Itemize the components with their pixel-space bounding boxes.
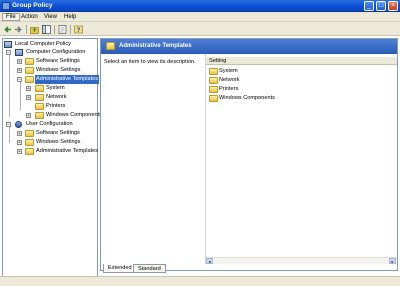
column-header-label: Setting bbox=[209, 58, 227, 64]
tree-item-windows-components[interactable]: + Windows Components bbox=[25, 111, 102, 120]
expand-icon[interactable]: + bbox=[17, 131, 22, 137]
tree-item-printers[interactable]: Printers bbox=[25, 102, 98, 111]
list-item-label: Printers bbox=[219, 86, 239, 92]
tree-item-label: Software Settings bbox=[36, 58, 80, 64]
expand-icon[interactable]: + bbox=[26, 113, 31, 119]
expand-icon[interactable]: + bbox=[17, 68, 22, 74]
status-bar bbox=[0, 276, 400, 286]
expand-icon[interactable]: + bbox=[26, 86, 31, 92]
tree-item-software-settings[interactable]: + Software Settings bbox=[15, 57, 98, 66]
maximize-button[interactable]: □ bbox=[376, 1, 386, 11]
back-icon[interactable] bbox=[3, 25, 12, 34]
tree-item-administrative-templates[interactable]: − Administrative Templates bbox=[15, 75, 100, 84]
console-tree[interactable]: Local Computer Policy − Computer Configu… bbox=[2, 38, 102, 281]
folder-icon bbox=[25, 148, 34, 155]
toolbar: ? bbox=[0, 22, 400, 36]
tree-item-label: Software Settings bbox=[36, 130, 80, 136]
expand-icon[interactable]: + bbox=[26, 95, 31, 101]
tree-line bbox=[20, 80, 21, 110]
folder-icon bbox=[25, 139, 34, 146]
collapse-icon[interactable]: − bbox=[17, 77, 22, 83]
properties-icon[interactable] bbox=[58, 25, 67, 34]
list-item-label: Windows Components bbox=[219, 95, 275, 101]
user-icon bbox=[15, 121, 22, 128]
folder-icon bbox=[209, 77, 218, 84]
menu-help[interactable]: Help bbox=[61, 13, 79, 21]
minimize-button[interactable]: _ bbox=[364, 1, 374, 11]
tree-item-network[interactable]: + Network bbox=[25, 93, 98, 102]
svg-text:?: ? bbox=[77, 28, 81, 34]
description-text: Select an item to view its description. bbox=[104, 59, 196, 65]
tree-item-label: System bbox=[46, 85, 65, 91]
toolbar-separator bbox=[54, 25, 55, 34]
tree-item-windows-settings[interactable]: + Windows Settings bbox=[15, 66, 98, 75]
window-title: Group Policy bbox=[12, 2, 53, 9]
menu-bar: File Action View Help bbox=[0, 12, 400, 22]
folder-icon bbox=[209, 86, 218, 93]
folder-icon bbox=[35, 112, 44, 119]
collapse-icon[interactable]: − bbox=[6, 50, 11, 56]
folder-icon bbox=[106, 42, 115, 50]
list-item-label: System bbox=[219, 68, 238, 74]
folder-icon bbox=[35, 85, 44, 92]
expand-icon[interactable]: + bbox=[17, 59, 22, 65]
forward-icon[interactable] bbox=[14, 25, 23, 34]
title-bar[interactable]: Group Policy _ □ × bbox=[0, 0, 400, 12]
policy-icon bbox=[4, 41, 12, 48]
folder-icon bbox=[209, 68, 218, 75]
collapse-icon[interactable]: − bbox=[6, 122, 11, 128]
menu-action[interactable]: Action bbox=[18, 13, 41, 21]
column-header-setting[interactable]: Setting bbox=[206, 56, 397, 65]
tree-item-user-windows-settings[interactable]: + Windows Settings bbox=[15, 138, 98, 147]
horizontal-scrollbar[interactable]: ◂ ▸ bbox=[206, 257, 397, 264]
tree-item-label: Windows Settings bbox=[36, 139, 81, 145]
details-pane: Administrative Templates Select an item … bbox=[100, 38, 398, 271]
menu-view[interactable]: View bbox=[41, 13, 60, 21]
folder-icon bbox=[25, 58, 34, 65]
tab-extended[interactable]: Extended bbox=[103, 264, 137, 273]
tree-line bbox=[9, 51, 10, 117]
tree-item-user-configuration[interactable]: − User Configuration bbox=[4, 120, 98, 129]
folder-icon bbox=[25, 130, 34, 137]
group-policy-app-icon bbox=[2, 2, 10, 10]
tree-item-system[interactable]: + System bbox=[25, 84, 98, 93]
help-icon[interactable]: ? bbox=[74, 25, 83, 34]
description-splitter[interactable] bbox=[205, 54, 206, 264]
pane-header: Administrative Templates bbox=[101, 39, 397, 54]
folder-icon bbox=[25, 67, 34, 74]
tree-item-label: Network bbox=[46, 94, 67, 100]
tree-item-label: Windows Settings bbox=[36, 67, 81, 73]
tree-item-user-administrative-templates[interactable]: + Administrative Templates bbox=[15, 147, 98, 156]
folder-icon bbox=[35, 103, 44, 110]
expand-icon[interactable]: + bbox=[17, 140, 22, 146]
tree-item-computer-configuration[interactable]: − Computer Configuration bbox=[4, 48, 98, 57]
tree-item-user-software-settings[interactable]: + Software Settings bbox=[15, 129, 98, 138]
tree-item-label-selected: Administrative Templates bbox=[35, 75, 100, 84]
tree-item-label: Administrative Templates bbox=[36, 148, 99, 154]
up-folder-icon[interactable] bbox=[30, 25, 39, 34]
close-button[interactable]: × bbox=[388, 1, 398, 11]
tree-item-label: User Configuration bbox=[26, 121, 73, 127]
toolbar-separator bbox=[26, 25, 27, 34]
list-item-label: Network bbox=[219, 77, 240, 83]
tree-item-label: Printers bbox=[46, 103, 66, 109]
toolbar-separator bbox=[70, 25, 71, 34]
scroll-left-icon[interactable]: ◂ bbox=[206, 258, 213, 264]
tree-item-label: Computer Configuration bbox=[26, 49, 86, 55]
folder-icon bbox=[209, 95, 218, 102]
computer-icon bbox=[15, 49, 23, 56]
tab-standard[interactable]: Standard bbox=[133, 264, 166, 273]
expand-icon[interactable]: + bbox=[17, 149, 22, 155]
tree-item-label: Windows Components bbox=[46, 112, 102, 118]
scroll-right-icon[interactable]: ▸ bbox=[389, 258, 396, 264]
pane-header-title: Administrative Templates bbox=[119, 43, 192, 49]
show-hide-tree-icon[interactable] bbox=[42, 25, 51, 34]
folder-icon bbox=[35, 94, 44, 101]
open-folder-icon bbox=[25, 76, 34, 83]
